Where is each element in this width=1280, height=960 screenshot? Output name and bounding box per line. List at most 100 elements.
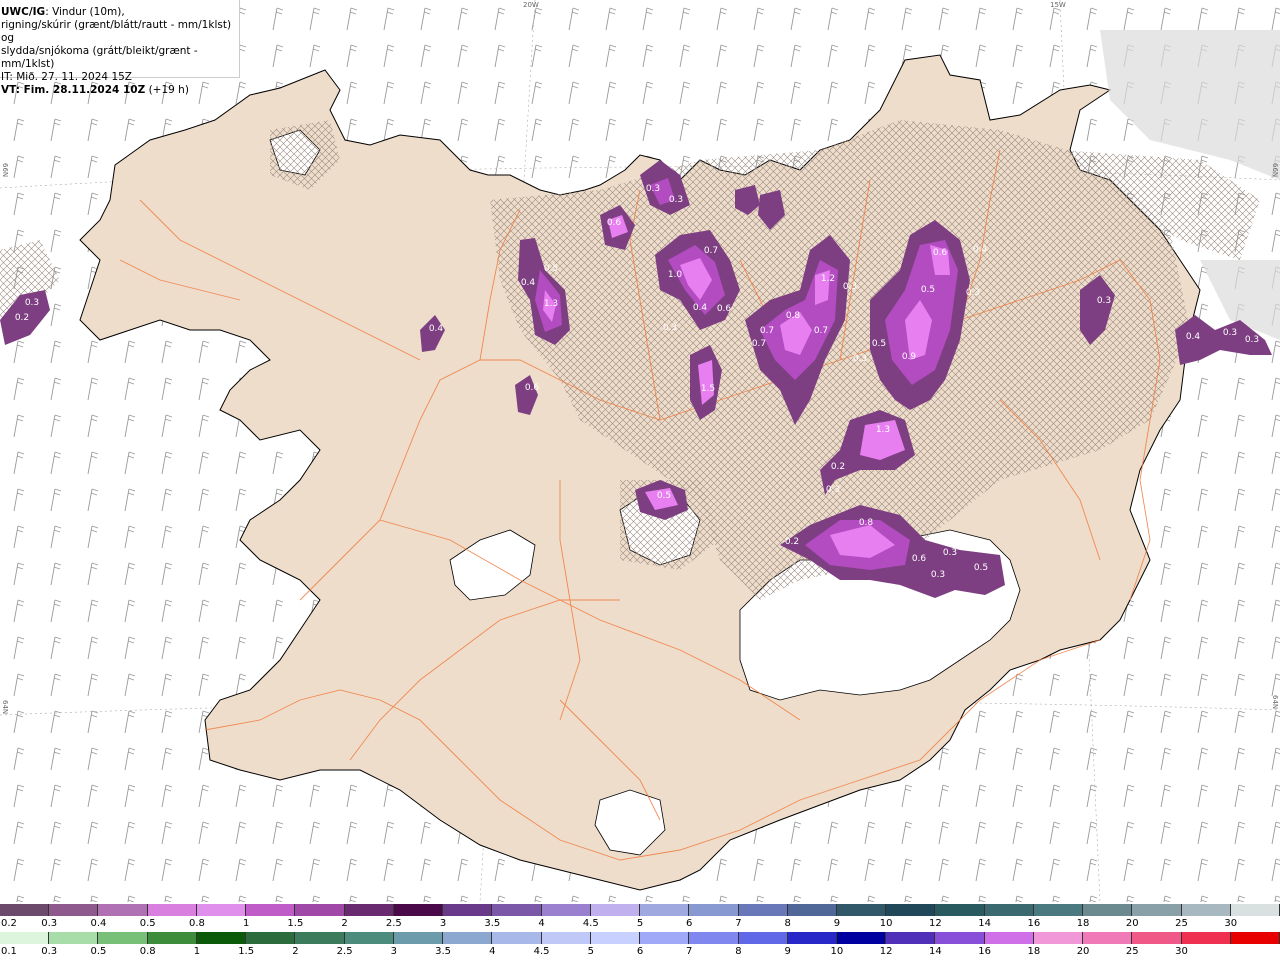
legend-snow-swatch: [147, 904, 197, 916]
precip-value-label: 0.5: [974, 563, 988, 573]
legend-snow-swatch: [1230, 904, 1280, 916]
precip-value-label: 0.6: [607, 218, 622, 228]
legend-snow-label: 2.5: [385, 918, 402, 929]
legend-rain-swatch: [541, 932, 591, 944]
precip-value-label: 0.8: [859, 518, 874, 528]
legend-snow-swatch: [196, 904, 247, 916]
info-box: UWC/IG: Vindur (10m), rigning/skúrir (gr…: [0, 0, 240, 96]
lat-label-66n-left: 66N: [1, 163, 9, 178]
legend-snow-colors: [0, 904, 1280, 916]
legend-snow-swatch: [787, 904, 837, 916]
precip-value-label: 0.7: [704, 246, 718, 256]
precip-value-label: 0.6: [525, 383, 540, 393]
legend-snow-label: 9: [833, 918, 841, 929]
legend-rain-label: 3.5: [435, 946, 452, 957]
info-line-3: slydda/snjókoma (grátt/bleikt/grænt - mm…: [1, 45, 198, 70]
precip-value-label: 0.4: [521, 278, 536, 288]
precip-value-label: 1.0: [668, 270, 683, 280]
legend-snow-swatch: [984, 904, 1034, 916]
legend-snow-label: 4.5: [582, 918, 599, 929]
precip-value-label: 0.3: [663, 323, 677, 333]
precip-value-label: 0.3: [853, 354, 867, 364]
legend-rain-label: 30: [1175, 946, 1188, 957]
legend-rain-label: 9: [784, 946, 791, 957]
legend-rain-swatch: [689, 932, 739, 944]
precip-value-label: 0.3: [931, 570, 945, 580]
legend-snow-swatch: [1033, 904, 1084, 916]
legend-snow-label: 7: [735, 918, 742, 929]
lat-label-64n-right: 64N: [1271, 695, 1279, 710]
legend-rain-swatch: [393, 932, 444, 944]
legend-snow-swatch: [443, 904, 493, 916]
legend-rain-swatch: [49, 932, 99, 944]
lon-label-20w: 20W: [523, 1, 539, 9]
precip-value-label: 0.5: [921, 285, 935, 295]
initial-time: IT: Mið. 27. 11. 2024 15Z: [1, 71, 132, 83]
legend-rain-label: 4: [489, 946, 496, 957]
precip-value-label: 0.2: [831, 462, 845, 472]
legend-snow-labels: 0.2 0.3 0.4 0.5 0.8 1 1.5 2 2.5 3 3.5 4 4.5 5 6 7 8 9 10 12…: [0, 918, 1280, 930]
precip-value-label: 1.3: [876, 425, 890, 435]
legend-snow-swatch: [886, 904, 936, 916]
legend-snow-swatch: [0, 904, 50, 916]
precip-value-label: 0.7: [814, 326, 828, 336]
legend-rain-swatch: [147, 932, 197, 944]
forecast-hour: (+19 h): [145, 84, 189, 96]
legend-rain-swatch: [1083, 932, 1133, 944]
legend-rain-swatch: [935, 932, 985, 944]
precip-value-label: 0.2: [15, 313, 29, 323]
legend-rain-swatch: [492, 932, 542, 944]
legend-rain-swatch: [295, 932, 345, 944]
legend-snow-label: 10: [879, 918, 893, 929]
legend-snow-swatch: [590, 904, 641, 916]
precip-value-label: 0.4: [693, 303, 708, 313]
legend-snow-label: 14: [978, 918, 991, 929]
legend-rain-swatch: [1132, 932, 1182, 944]
precip-value-label: 0.4: [1186, 332, 1201, 342]
precip-value-label: 0.3: [943, 548, 957, 558]
precip-value-label: 0.9: [902, 352, 917, 362]
legend-snow-label: 0.3: [41, 918, 58, 929]
precip-value-label: 0.6: [717, 304, 732, 314]
precip-value-label: 0.3: [843, 282, 857, 292]
legend-rain-colors: [0, 932, 1280, 944]
legend-rain-swatch: [443, 932, 493, 944]
precip-value-label: 0.3: [646, 184, 660, 194]
precip-value-label: 0.4: [973, 245, 988, 255]
legend-rain-label: 2: [292, 946, 299, 957]
legend-snow-label: 18: [1076, 918, 1090, 929]
legend-rain-label: 6: [636, 946, 644, 957]
legend-snow-label: 0.2: [1, 918, 17, 929]
legend-snow-label: 2: [341, 918, 348, 929]
legend-rain-swatch: [1181, 932, 1231, 944]
legend-rain-swatch: [246, 932, 296, 944]
legend-rain-label: 5: [587, 946, 594, 957]
info-line-1-text: : Vindur (10m),: [45, 6, 125, 18]
legend-snow-swatch: [1181, 904, 1231, 916]
legend-snow-label: 6: [686, 918, 693, 929]
legend-rain-label: 0.5: [90, 946, 107, 957]
legend-snow-label: 20: [1125, 918, 1139, 929]
legend-rain-label: 1: [193, 946, 201, 957]
legend-snow-swatch: [492, 904, 542, 916]
precip-value-label: 0.3: [826, 485, 840, 495]
legend-rain-swatch: [98, 932, 148, 944]
lat-label-66n-right: 66N: [1271, 163, 1279, 178]
legend-rain-swatch: [640, 932, 690, 944]
legend-rain-label: 10: [830, 946, 844, 957]
legend-rain-label: 7: [686, 946, 693, 957]
legend-snow-swatch: [295, 904, 345, 916]
legend-rain-label: 2.5: [336, 946, 353, 957]
legend-rain-swatch: [738, 932, 788, 944]
precip-value-label: 0.7: [760, 326, 774, 336]
legend-snow-label: 1: [242, 918, 250, 929]
legend-snow-swatch: [1083, 904, 1133, 916]
precip-value-label: 0.7: [752, 339, 766, 349]
precip-value-label: 0.5: [657, 491, 671, 501]
legend-snow-swatch: [98, 904, 148, 916]
legend-rain-swatch: [984, 932, 1034, 944]
precip-value-label: 0.8: [786, 311, 801, 321]
precip-value-label: 0.3: [1097, 296, 1111, 306]
legend-rain-label: 0.8: [139, 946, 156, 957]
legend-snow-swatch: [689, 904, 739, 916]
